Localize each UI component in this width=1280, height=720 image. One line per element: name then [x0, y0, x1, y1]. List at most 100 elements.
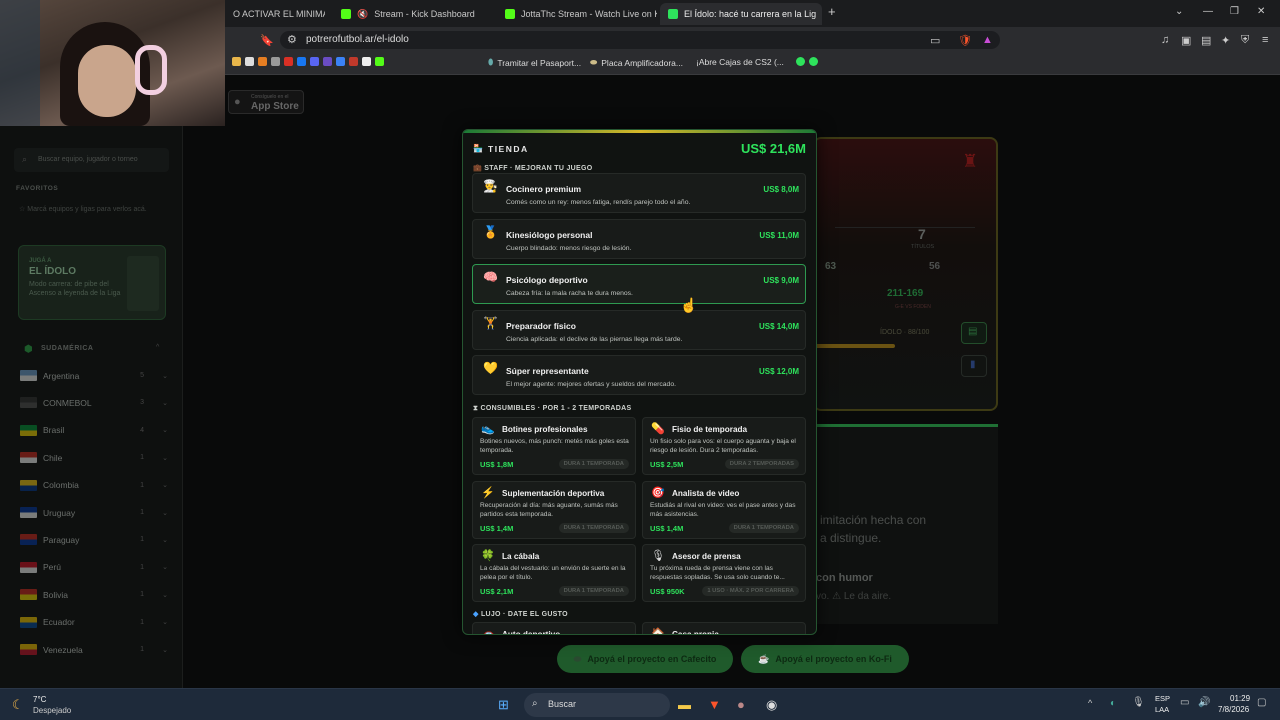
app-icon[interactable]: ● — [737, 697, 745, 712]
kofi-button[interactable]: ☕ Apoyá el proyecto en Ko-Fi — [741, 645, 909, 673]
bookmark-4-icon[interactable] — [271, 57, 280, 66]
site-settings-icon[interactable]: ⚙ — [287, 33, 297, 46]
country-item[interactable]: CONMEBOL 3 ⌄ — [20, 397, 168, 409]
consumable-item[interactable]: 🍀 La cábala La cábala del vestuario: un en… — [472, 544, 636, 602]
country-item[interactable]: Bolivia 1 ⌄ — [20, 589, 168, 601]
staff-price[interactable]: US$ 14,0M — [759, 322, 799, 331]
minimize-icon[interactable]: — — [1203, 6, 1213, 17]
country-item[interactable]: Venezuela 1 ⌄ — [20, 644, 168, 655]
brave-rewards-icon[interactable]: ▲ — [982, 34, 993, 46]
bookmark-8-icon[interactable] — [323, 57, 332, 66]
tab-kick-dashboard[interactable]: 🔇 Stream - Kick Dashboard — [333, 3, 493, 25]
clock-date[interactable]: 7/8/2026 — [1218, 705, 1249, 714]
consumable-price[interactable]: US$ 950K — [650, 587, 685, 596]
chevron-down-icon[interactable]: ⌄ — [162, 481, 168, 489]
chevron-down-icon[interactable]: ⌄ — [162, 591, 168, 599]
country-item[interactable]: Brasil 4 ⌄ — [20, 424, 168, 436]
network-icon[interactable]: ▭ — [1180, 697, 1189, 708]
chevron-down-icon[interactable]: ⌄ — [162, 372, 168, 380]
wallet-icon[interactable]: ▤ — [1201, 34, 1211, 47]
tab-minimapa[interactable]: O ACTIVAR EL MINIMAPA — [225, 3, 325, 25]
steam-icon[interactable]: ◉ — [766, 697, 777, 713]
consumable-item[interactable]: 🎙 Asesor de prensa Tu próxima rueda de pre… — [642, 544, 806, 602]
country-item[interactable]: Perú 1 ⌄ — [20, 561, 168, 573]
trash-button[interactable]: ▮ — [961, 355, 987, 377]
lujo-item[interactable]: 🏠 Casa propia — [642, 622, 806, 634]
taskbar-search[interactable]: ⌕ Buscar — [524, 693, 670, 717]
tab-list-icon[interactable]: ⌄ — [1175, 6, 1183, 17]
chevron-down-icon[interactable]: ⌄ — [162, 509, 168, 517]
tray-chevron-icon[interactable]: ^ — [1088, 698, 1092, 708]
bookmark-11-icon[interactable] — [362, 57, 371, 66]
sidebar-icon[interactable]: ▣ — [1181, 34, 1191, 47]
github-icon[interactable] — [245, 57, 254, 66]
chevron-down-icon[interactable]: ⌄ — [162, 646, 168, 654]
windows-start-icon[interactable]: ⊞ — [498, 697, 509, 713]
consumable-item[interactable]: 👟 Botines profesionales Botines nuevos, má… — [472, 417, 636, 475]
vpn-icon[interactable]: ⛨ — [1241, 34, 1249, 47]
tray-app-icon[interactable]: ◐ — [1110, 698, 1116, 709]
bookmark-extra[interactable] — [796, 57, 818, 66]
consumable-item[interactable]: ⚡ Suplementación deportiva Recuperación al… — [472, 480, 636, 539]
chevron-down-icon[interactable]: ⌄ — [162, 454, 168, 462]
staff-price[interactable]: US$ 11,0M — [759, 231, 799, 240]
maximize-icon[interactable]: ❐ — [1230, 6, 1239, 17]
shop-button[interactable]: ▤ — [961, 322, 987, 344]
bookmark-placa[interactable]: ⬬ Placa Amplificadora... — [590, 57, 683, 68]
microphone-icon[interactable]: 🎙 — [1132, 697, 1145, 708]
country-item[interactable]: Ecuador 1 ⌄ — [20, 616, 168, 628]
weather-desc[interactable]: Despejado — [33, 706, 71, 715]
potrero-bookmark-2-icon[interactable] — [809, 57, 818, 66]
bookmark-cs2[interactable]: ¡Abre Cajas de CS2 (... — [696, 57, 784, 67]
consumable-price[interactable]: US$ 2,5M — [650, 460, 683, 469]
country-item[interactable]: Argentina 5 ⌄ — [20, 370, 168, 381]
el-idolo-promo[interactable]: JUGÁ A EL ÍDOLO Modo carrera: de pibe de… — [18, 245, 166, 320]
potrero-bookmark-icon[interactable] — [796, 57, 805, 66]
close-window-icon[interactable]: ✕ — [1257, 6, 1265, 17]
staff-item[interactable]: 👨‍🍳 Cocinero premium Comés como un rey: me… — [472, 173, 806, 213]
chevron-down-icon[interactable]: ⌄ — [162, 426, 168, 434]
kick-bookmark-icon[interactable] — [375, 57, 384, 66]
clock-time[interactable]: 01:29 — [1230, 694, 1250, 703]
app-store-badge[interactable]: ● Consíguelo en el App Store — [228, 90, 304, 114]
lang-1[interactable]: ESP — [1155, 694, 1170, 703]
bookmark-9-icon[interactable] — [336, 57, 345, 66]
media-icon[interactable]: ♫ — [1161, 34, 1169, 46]
chevron-down-icon[interactable]: ⌄ — [162, 563, 168, 571]
chevron-down-icon[interactable]: ⌄ — [162, 399, 168, 407]
bookmark-10-icon[interactable] — [349, 57, 358, 66]
consumable-price[interactable]: US$ 2,1M — [480, 587, 513, 596]
bookmark-3-icon[interactable] — [258, 57, 267, 66]
consumable-item[interactable]: 💊 Fisio de temporada Un fisio solo para vo… — [642, 417, 806, 475]
consumable-price[interactable]: US$ 1,8M — [480, 460, 513, 469]
bookmark-1-icon[interactable] — [232, 57, 241, 66]
leo-icon[interactable]: ✦ — [1221, 34, 1230, 47]
staff-price[interactable]: US$ 8,0M — [763, 185, 799, 194]
lang-2[interactable]: LAA — [1155, 705, 1169, 714]
staff-price[interactable]: US$ 9,0M — [763, 276, 799, 285]
staff-price[interactable]: US$ 12,0M — [759, 367, 799, 376]
brave-shield-icon[interactable]: 🛡 — [958, 34, 972, 47]
weather-temp[interactable]: 7°C — [33, 695, 46, 704]
facebook-icon[interactable] — [297, 57, 306, 66]
cafecito-button[interactable]: ⬬ Apoyá el proyecto en Cafecito — [557, 645, 733, 673]
consumable-item[interactable]: 🎯 Analista de video Estudiás al rival en v… — [642, 480, 806, 539]
staff-item[interactable]: 💛 Súper representante El mejor agente: mej… — [472, 355, 806, 395]
gmail-icon[interactable] — [284, 57, 293, 66]
volume-icon[interactable]: 🔊 — [1198, 697, 1210, 708]
menu-icon[interactable]: ≡ — [1262, 34, 1268, 46]
consumable-price[interactable]: US$ 1,4M — [480, 524, 513, 533]
staff-item[interactable]: 🧠 Psicólogo deportivo Cabeza fría: la mala… — [472, 264, 806, 304]
country-item[interactable]: Chile 1 ⌄ — [20, 452, 168, 464]
file-explorer-icon[interactable]: ▬ — [678, 697, 691, 712]
country-item[interactable]: Paraguay 1 ⌄ — [20, 534, 168, 546]
country-item[interactable]: Uruguay 1 ⌄ — [20, 507, 168, 518]
brave-icon[interactable]: ▼ — [708, 697, 721, 712]
staff-item[interactable]: 🏅 Kinesiólogo personal Cuerpo blindado: me… — [472, 218, 806, 259]
bookmark-pasaporte[interactable]: ⬮ Tramitar el Pasaport... — [488, 57, 581, 68]
tab-el-idolo[interactable]: El Ídolo: hacé tu carrera en la Lig✕ — [660, 3, 822, 25]
discord-icon[interactable] — [310, 57, 319, 66]
chevron-down-icon[interactable]: ⌄ — [162, 536, 168, 544]
tab-kick-stream[interactable]: JottaThc Stream - Watch Live on Kick — [497, 3, 657, 25]
region-title[interactable]: SUDAMÉRICA — [41, 345, 93, 352]
